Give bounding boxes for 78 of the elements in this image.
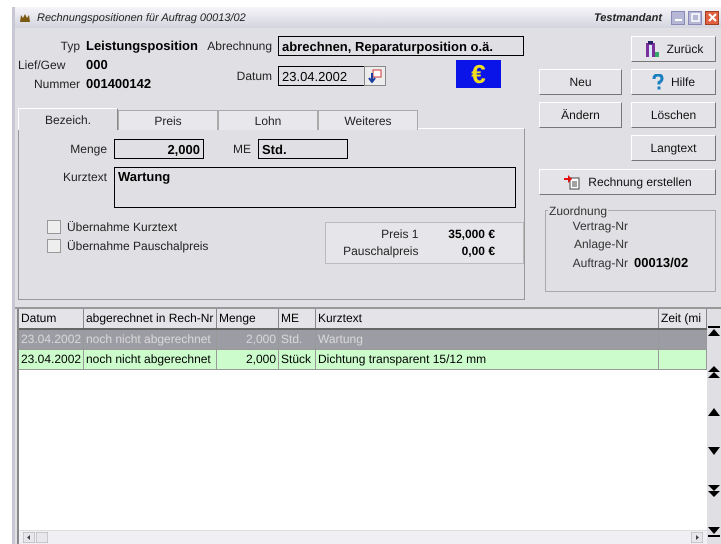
column-header[interactable]: Datum bbox=[19, 309, 84, 328]
checkbox[interactable] bbox=[47, 239, 61, 253]
field-label: Typ bbox=[60, 39, 80, 53]
unit-field[interactable]: Std. bbox=[258, 139, 348, 159]
column-header[interactable]: ME bbox=[279, 309, 316, 328]
price-value: 0,00 € bbox=[460, 244, 496, 258]
tab[interactable]: Lohn bbox=[218, 110, 318, 130]
app-icon bbox=[19, 12, 31, 22]
table-cell: Dichtung transparent 15/12 mm bbox=[316, 350, 659, 369]
first-record-icon[interactable] bbox=[707, 325, 721, 337]
table-cell: Std. bbox=[279, 330, 316, 349]
action-button[interactable]: Rechnung erstellen bbox=[539, 169, 716, 195]
help-icon bbox=[652, 74, 664, 90]
field-label: Auftrag-Nr bbox=[572, 256, 628, 270]
currency-sign: € bbox=[456, 60, 501, 88]
close-button[interactable] bbox=[705, 10, 719, 24]
field-value: Leistungsposition bbox=[86, 38, 198, 53]
field-label: Abrechnung bbox=[206, 39, 272, 53]
action-button[interactable]: Zurück bbox=[631, 36, 716, 62]
field-label: Vertrag-Nr bbox=[572, 219, 628, 233]
quantity-field[interactable]: 2,000 bbox=[114, 139, 204, 159]
billing-field[interactable]: abrechnen, Reparaturposition o.ä. bbox=[278, 36, 524, 56]
calendar-icon bbox=[368, 69, 382, 83]
checkbox[interactable] bbox=[47, 220, 61, 234]
field-label: Datum bbox=[236, 69, 272, 83]
table-cell: noch nicht abgerechnet bbox=[84, 350, 217, 369]
scroll-left-icon[interactable] bbox=[23, 532, 35, 543]
maximize-button[interactable] bbox=[688, 10, 702, 24]
column-header[interactable]: abgerechnet in Rech-Nr bbox=[84, 309, 217, 328]
action-button[interactable]: Neu bbox=[539, 69, 622, 95]
field-label: Lief/Gew bbox=[18, 58, 66, 72]
column-header[interactable]: Menge bbox=[217, 309, 279, 328]
scroll-thumb[interactable] bbox=[36, 532, 48, 543]
price-value: 35,000 € bbox=[447, 227, 496, 241]
horizontal-scrollbar[interactable] bbox=[19, 530, 707, 544]
calendar-button[interactable] bbox=[364, 66, 386, 86]
table-row[interactable]: 23.04.2002 noch nicht abgerechnet 2,000 Stück Dichtung transparent 15/12 mm bbox=[19, 350, 707, 370]
document-arrow-icon bbox=[563, 174, 582, 190]
table-cell: 23.04.2002 bbox=[19, 350, 84, 369]
door-icon bbox=[644, 40, 660, 58]
action-button[interactable]: Ändern bbox=[539, 102, 622, 128]
table-cell: noch nicht abgerechnet bbox=[84, 330, 217, 349]
action-button[interactable]: Löschen bbox=[631, 102, 716, 128]
checkbox-label: Übernahme Pauschalpreis bbox=[67, 239, 208, 253]
down-icon[interactable] bbox=[707, 446, 721, 456]
tab[interactable]: Weiteres bbox=[318, 110, 418, 130]
scroll-right-icon[interactable] bbox=[691, 532, 703, 543]
column-header[interactable]: Kurztext bbox=[316, 309, 659, 328]
close-icon bbox=[708, 13, 716, 22]
table-cell: 23.04.2002 bbox=[19, 330, 84, 349]
date-field[interactable]: 23.04.2002 bbox=[278, 66, 365, 86]
window-title: Rechnungspositionen für Auftrag 00013/02 bbox=[37, 12, 247, 24]
client-name: Testmandant bbox=[594, 12, 662, 24]
table-cell: 2,000 bbox=[217, 350, 279, 369]
up-icon[interactable] bbox=[707, 407, 721, 418]
table-cell: Stück bbox=[279, 350, 316, 369]
last-record-icon[interactable] bbox=[707, 526, 721, 538]
checkbox-label: Übernahme Kurztext bbox=[67, 220, 178, 234]
action-button[interactable]: Hilfe bbox=[631, 69, 716, 95]
field-label: Kurztext bbox=[62, 170, 107, 184]
price-label: Preis 1 bbox=[380, 227, 418, 241]
group-title: Zuordnung bbox=[548, 204, 608, 218]
tab[interactable]: Preis bbox=[118, 110, 218, 130]
table-cell: Wartung bbox=[316, 330, 659, 349]
table-cell: 2,000 bbox=[217, 330, 279, 349]
field-label: Nummer bbox=[32, 77, 80, 91]
tab[interactable]: Bezeich. bbox=[18, 108, 118, 130]
price-label: Pauschalpreis bbox=[342, 244, 418, 258]
field-label: Anlage-Nr bbox=[572, 237, 628, 251]
short-text-field[interactable]: Wartung bbox=[114, 167, 516, 208]
minimize-button[interactable] bbox=[671, 10, 685, 24]
maximize-icon bbox=[690, 13, 700, 22]
field-label: ME bbox=[233, 142, 251, 156]
field-value: 001400142 bbox=[86, 76, 152, 91]
field-value: 000 bbox=[86, 57, 108, 72]
field-value: 00013/02 bbox=[634, 255, 688, 270]
field-label: Menge bbox=[69, 142, 107, 156]
action-button[interactable]: Langtext bbox=[631, 135, 716, 161]
